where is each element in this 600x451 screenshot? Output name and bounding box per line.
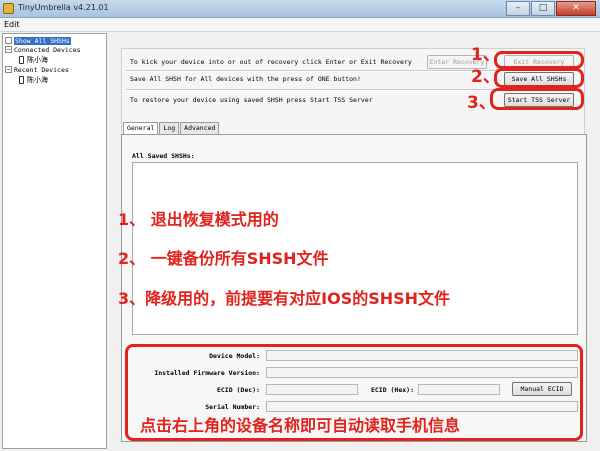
tree-item-device[interactable]: 陈小海: [19, 75, 48, 84]
annotation-number-2: 2、: [471, 67, 500, 87]
annotation-device-info-note: 点击右上角的设备名称即可自动读取手机信息: [140, 416, 461, 435]
tree-expander[interactable]: [5, 37, 12, 44]
menu-edit[interactable]: Edit: [4, 20, 20, 29]
tree-expander[interactable]: −: [5, 46, 12, 53]
tree-item-device[interactable]: 陈小海: [19, 55, 48, 64]
annotation-ring-start-tss: [490, 88, 584, 110]
window-title: TinyUmbrella v4.21.01: [18, 3, 109, 12]
tree-item-label: Show All SHSHs: [14, 36, 71, 45]
window-controls: – □ ✕: [505, 1, 596, 16]
tree-expander[interactable]: −: [5, 66, 12, 73]
restore-instructions: To restore your device using saved SHSH …: [130, 96, 373, 104]
menu-bar: Edit: [0, 18, 600, 32]
annotation-ring-exit-recovery: [494, 51, 584, 69]
tab-advanced[interactable]: Advanced: [180, 122, 220, 134]
minimize-button[interactable]: –: [506, 1, 530, 16]
maximize-button[interactable]: □: [531, 1, 555, 16]
tree-item-label: 陈小海: [27, 75, 48, 84]
saved-shshs-heading: All Saved SHSHs:: [132, 152, 195, 160]
phone-icon: [19, 55, 24, 64]
annotation-line-1: 1、 退出恢复模式用的: [118, 210, 279, 229]
tree-item-label: Recent Devices: [14, 65, 69, 74]
tree-item-label: Connected Devices: [14, 45, 81, 54]
save-instructions: Save All SHSH for All devices with the p…: [130, 75, 361, 83]
annotation-number-3: 3、: [467, 93, 496, 113]
device-tree[interactable]: Show All SHSHs − Connected Devices 陈小海 −…: [2, 33, 107, 449]
phone-icon: [19, 75, 24, 84]
recovery-instructions: To kick your device into or out of recov…: [130, 58, 412, 66]
tab-log[interactable]: Log: [159, 122, 180, 134]
tree-item-recent-devices[interactable]: − Recent Devices: [5, 65, 69, 74]
annotation-ring-save-all: [494, 68, 584, 88]
annotation-line-3: 3、降级用的，前提要有对应IOS的SHSH文件: [118, 289, 451, 308]
tree-item-show-all[interactable]: Show All SHSHs: [5, 36, 71, 45]
app-umbrella-icon: [3, 3, 14, 14]
annotation-line-2: 2、 一键备份所有SHSH文件: [118, 249, 329, 268]
close-button[interactable]: ✕: [556, 1, 596, 16]
title-bar: TinyUmbrella v4.21.01 – □ ✕: [0, 0, 600, 18]
tab-bar: General Log Advanced: [123, 122, 220, 135]
tree-item-label: 陈小海: [27, 55, 48, 64]
tree-item-connected-devices[interactable]: − Connected Devices: [5, 45, 81, 54]
